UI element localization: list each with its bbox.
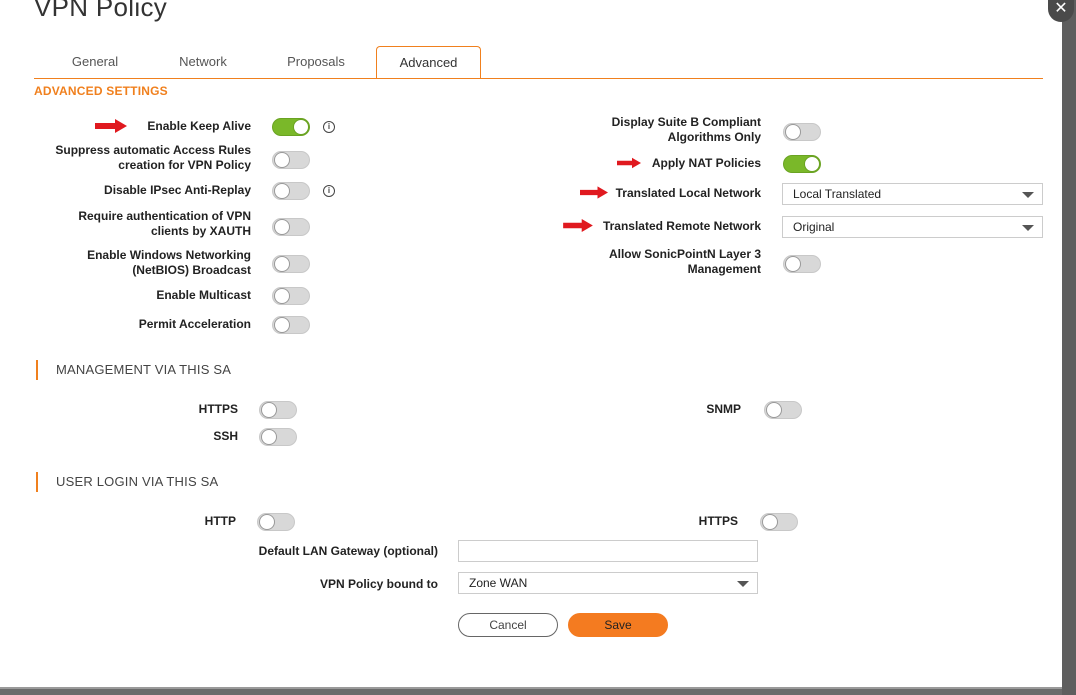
translated-remote-value: Original: [793, 220, 835, 234]
default-gateway-input[interactable]: [458, 540, 758, 562]
suite-b-label: Display Suite B Compliant Algorithms Onl…: [611, 115, 761, 144]
backdrop: [1062, 0, 1076, 695]
mgmt-snmp-toggle[interactable]: [764, 401, 802, 419]
mgmt-snmp-label: SNMP: [706, 402, 741, 416]
vpn-bound-label: VPN Policy bound to: [319, 577, 438, 591]
enable-multicast-toggle[interactable]: [272, 287, 310, 305]
cancel-button[interactable]: Cancel: [458, 613, 558, 637]
require-xauth-toggle[interactable]: [272, 218, 310, 236]
mgmt-https-label: HTTPS: [198, 402, 238, 416]
chevron-down-icon: [737, 581, 749, 587]
tab-general[interactable]: General: [60, 46, 130, 78]
permit-acceleration-toggle[interactable]: [272, 316, 310, 334]
info-icon[interactable]: i: [323, 121, 335, 133]
chevron-down-icon: [1022, 225, 1034, 231]
tab-network[interactable]: Network: [160, 46, 246, 78]
translated-remote-select[interactable]: Original: [782, 216, 1043, 238]
info-icon[interactable]: i: [323, 185, 335, 197]
save-button[interactable]: Save: [568, 613, 668, 637]
disable-anti-replay-label: Disable IPsec Anti-Replay: [104, 183, 251, 197]
enable-multicast-label: Enable Multicast: [156, 288, 251, 302]
netbios-broadcast-toggle[interactable]: [272, 255, 310, 273]
user-login-heading: USER LOGIN VIA THIS SA: [36, 472, 218, 492]
netbios-broadcast-label: Enable Windows Networking (NetBIOS) Broa…: [87, 248, 251, 277]
login-http-label: HTTP: [204, 514, 236, 528]
translated-local-select[interactable]: Local Translated: [782, 183, 1043, 205]
suppress-access-rules-label: Suppress automatic Access Rules creation…: [55, 143, 251, 172]
sonicpoint-label: Allow SonicPointN Layer 3 Management: [608, 247, 761, 276]
suppress-access-rules-toggle[interactable]: [272, 151, 310, 169]
dialog-title: VPN Policy: [34, 0, 168, 22]
mgmt-ssh-label: SSH: [213, 429, 238, 443]
login-https-toggle[interactable]: [760, 513, 798, 531]
vpn-policy-dialog: VPN Policy General Network Proposals Adv…: [0, 0, 1062, 689]
sonicpoint-toggle[interactable]: [783, 255, 821, 273]
tab-underline: [34, 78, 1043, 79]
tab-proposals[interactable]: Proposals: [270, 46, 362, 78]
enable-keep-alive-label: Enable Keep Alive: [147, 119, 251, 133]
login-http-toggle[interactable]: [257, 513, 295, 531]
vpn-bound-select[interactable]: Zone WAN: [458, 572, 758, 594]
disable-anti-replay-toggle[interactable]: [272, 182, 310, 200]
apply-nat-label: Apply NAT Policies: [651, 156, 761, 170]
apply-nat-toggle[interactable]: [783, 155, 821, 173]
translated-local-label: Translated Local Network: [615, 186, 761, 200]
tab-advanced[interactable]: Advanced: [376, 46, 481, 79]
enable-keep-alive-toggle[interactable]: [272, 118, 310, 136]
default-gateway-label: Default LAN Gateway (optional): [258, 544, 438, 558]
management-heading: MANAGEMENT VIA THIS SA: [36, 360, 231, 380]
advanced-settings-heading: ADVANCED SETTINGS: [34, 84, 168, 98]
suite-b-toggle[interactable]: [783, 123, 821, 141]
vpn-bound-value: Zone WAN: [469, 576, 528, 590]
login-https-label: HTTPS: [698, 514, 738, 528]
translated-remote-label: Translated Remote Network: [602, 219, 761, 233]
require-xauth-label: Require authentication of VPN clients by…: [78, 209, 251, 238]
translated-local-value: Local Translated: [793, 187, 882, 201]
chevron-down-icon: [1022, 192, 1034, 198]
permit-acceleration-label: Permit Acceleration: [138, 317, 251, 331]
mgmt-ssh-toggle[interactable]: [259, 428, 297, 446]
mgmt-https-toggle[interactable]: [259, 401, 297, 419]
